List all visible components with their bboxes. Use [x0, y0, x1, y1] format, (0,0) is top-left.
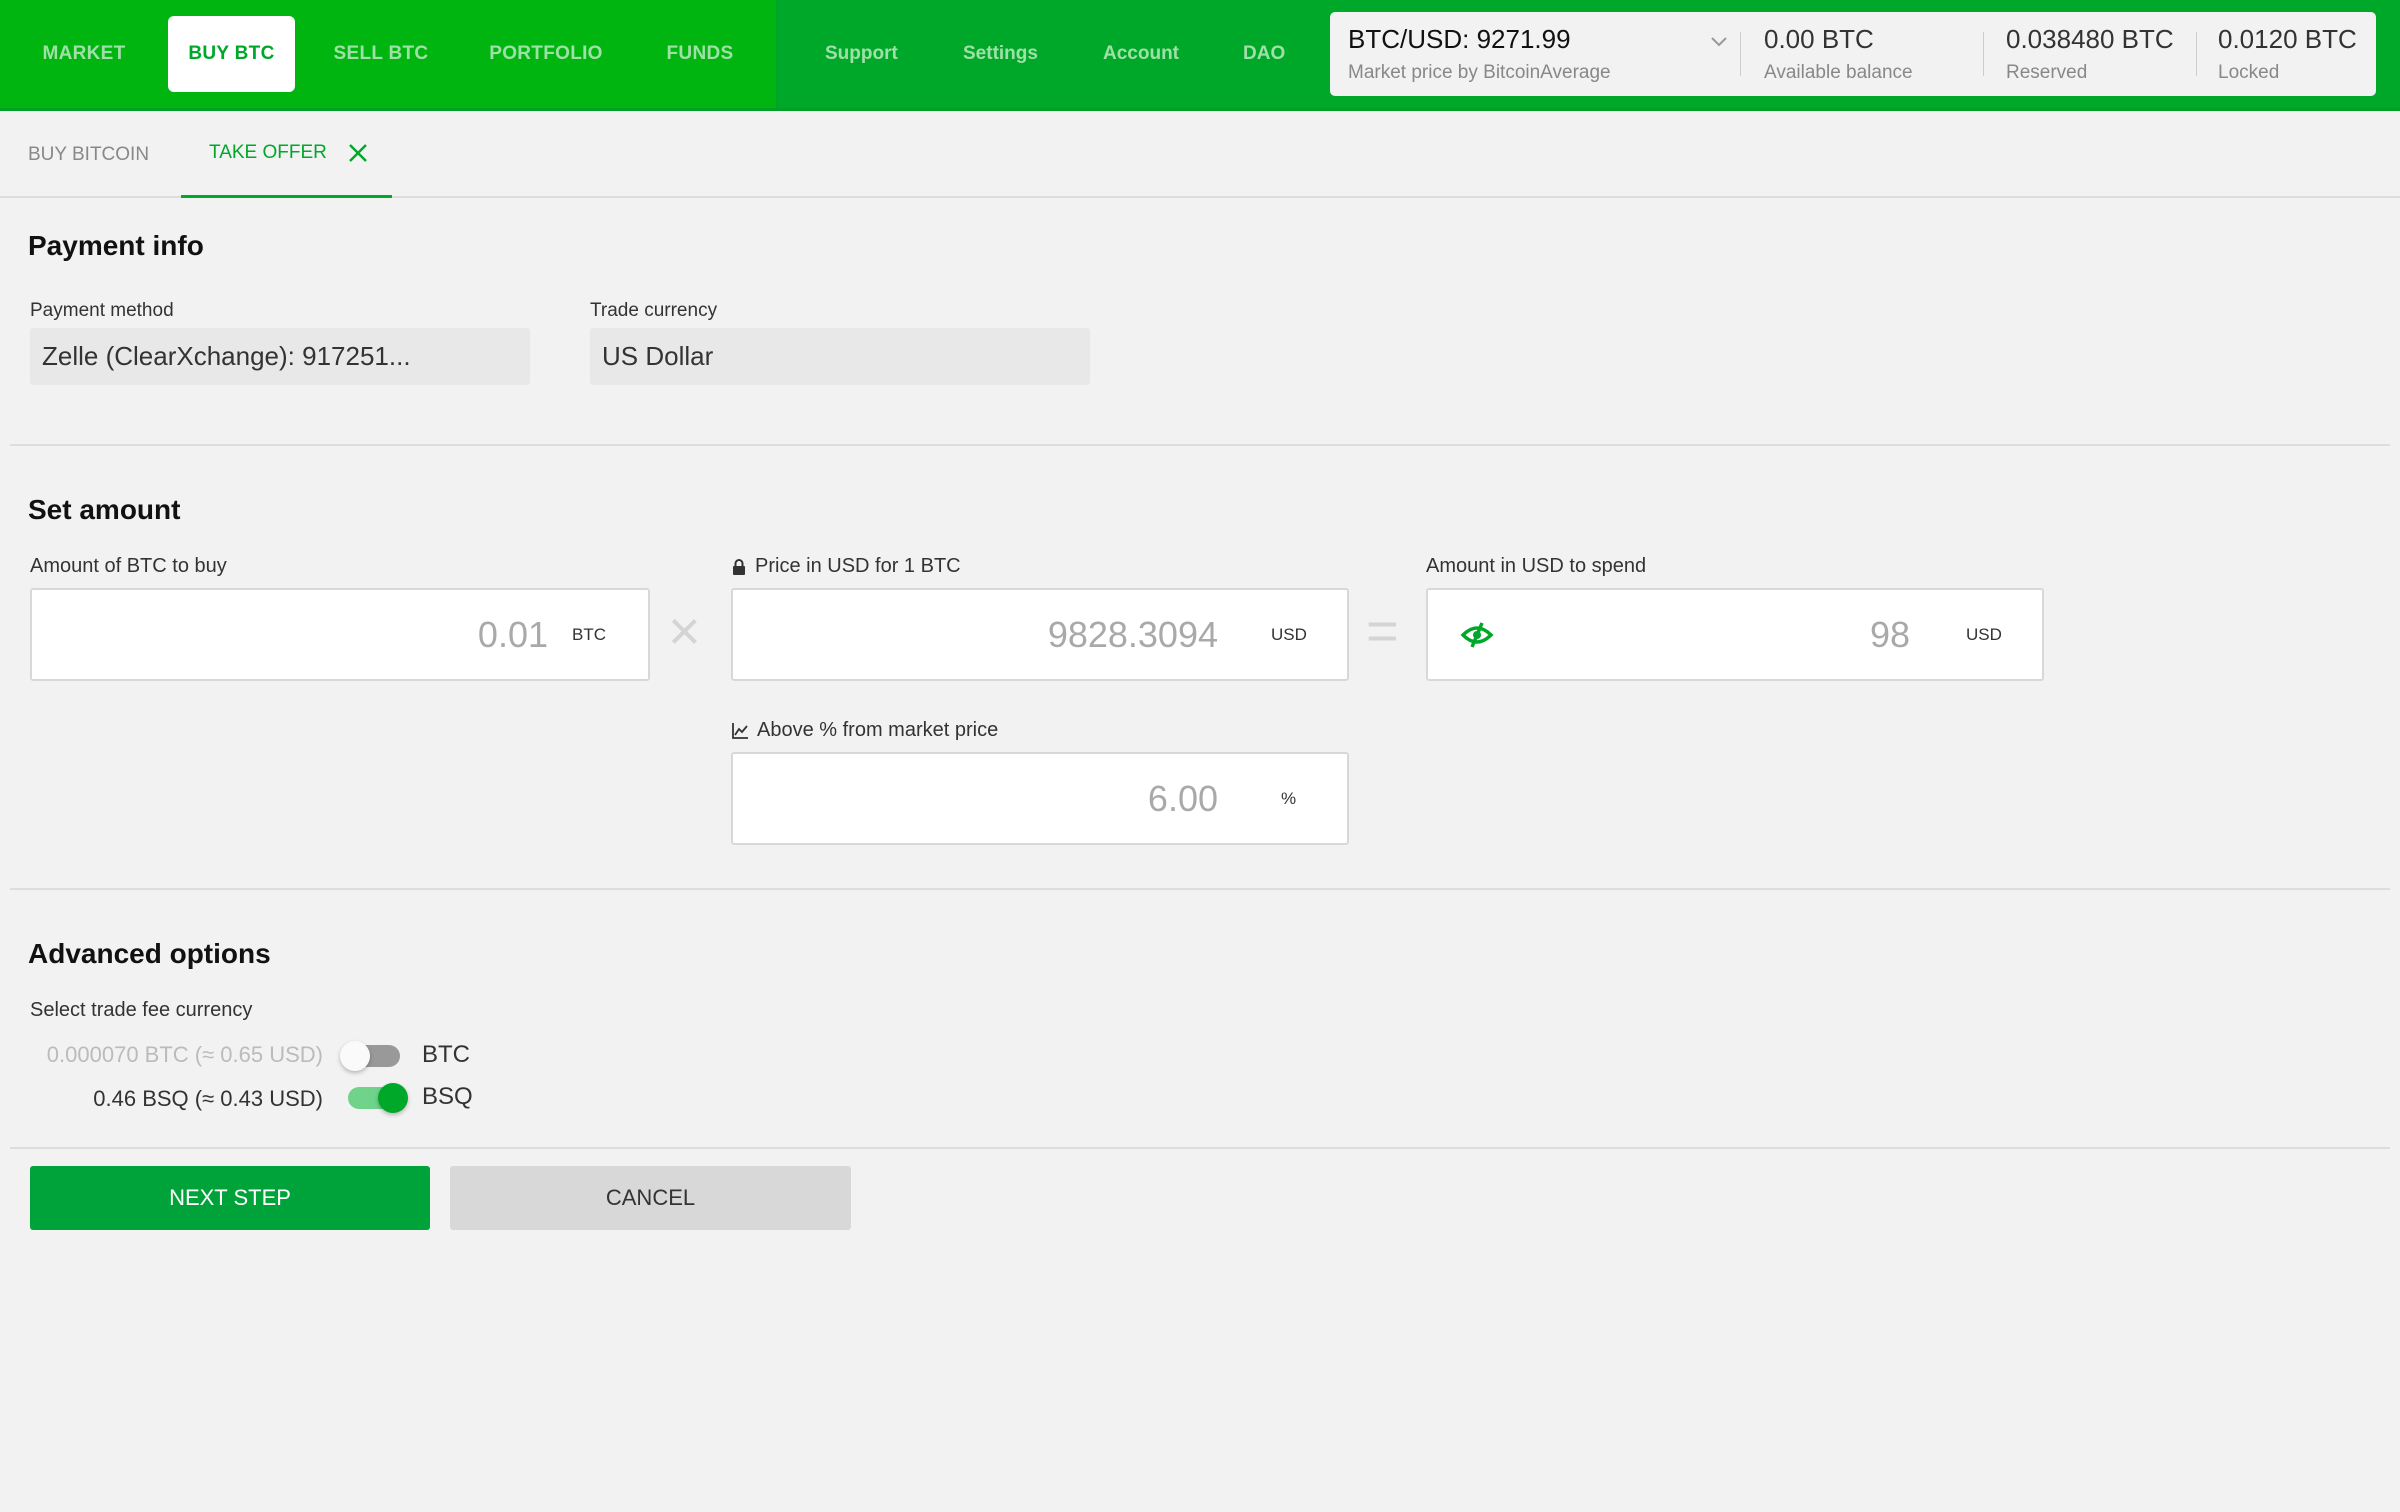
available-balance-value: 0.00 BTC — [1764, 24, 1874, 54]
market-pct-label-text: Above % from market price — [757, 719, 999, 741]
reserved-balance: 0.038480 BTC Reserved — [2006, 12, 2206, 96]
locked-balance: 0.0120 BTC Locked — [2218, 12, 2368, 96]
lock-icon — [733, 558, 745, 575]
price-unit: USD — [1271, 624, 1307, 644]
equals-symbol: = — [1366, 599, 1399, 662]
nav-portfolio[interactable]: PORTFOLIO — [478, 16, 614, 92]
market-pct-input[interactable] — [933, 754, 1218, 843]
nav-market[interactable]: MARKET — [24, 16, 144, 92]
section-divider — [10, 444, 2390, 446]
market-price-caption: Market price by BitcoinAverage — [1348, 62, 1611, 83]
available-balance-caption: Available balance — [1764, 62, 1913, 83]
multiply-symbol: × — [668, 599, 701, 662]
payment-info-title: Payment info — [28, 230, 204, 261]
nav-sell-btc[interactable]: SELL BTC — [318, 16, 444, 92]
amount-input-container: BTC — [30, 588, 650, 681]
advanced-options-title: Advanced options — [28, 938, 271, 969]
section-divider — [10, 888, 2390, 890]
section-divider — [10, 1147, 2390, 1149]
fee-btc-toggle[interactable] — [340, 1041, 404, 1071]
market-price-selector[interactable]: BTC/USD: 9271.99 Market price by Bitcoin… — [1348, 12, 1728, 96]
top-header: MARKET BUY BTC SELL BTC PORTFOLIO FUNDS … — [0, 0, 2400, 111]
fee-btc-amount: 0.000070 BTC (≈ 0.65 USD) — [46, 1042, 323, 1067]
fee-currency-label: Select trade fee currency — [30, 999, 253, 1021]
volume-input-container: USD — [1426, 588, 2044, 681]
price-label-text: Price in USD for 1 BTC — [755, 555, 961, 577]
volume-label: Amount in USD to spend — [1426, 555, 1647, 577]
fee-btc-label: BTC — [422, 1041, 470, 1068]
tab-take-offer[interactable]: TAKE OFFER — [181, 111, 392, 198]
market-price-value: BTC/USD: 9271.99 — [1348, 24, 1571, 54]
reserved-balance-caption: Reserved — [2006, 62, 2088, 83]
chevron-down-icon[interactable] — [1708, 30, 1730, 52]
amount-input[interactable] — [52, 590, 548, 679]
nav-buy-btc[interactable]: BUY BTC — [168, 16, 295, 92]
tab-take-offer-label: TAKE OFFER — [209, 142, 327, 163]
price-label: Price in USD for 1 BTC — [731, 555, 961, 578]
reserved-balance-value: 0.038480 BTC — [2006, 24, 2174, 54]
fee-bsq-label: BSQ — [422, 1083, 473, 1110]
payment-method-field: Zelle (ClearXchange): 917251... — [30, 328, 530, 385]
next-step-button[interactable]: NEXT STEP — [30, 1166, 430, 1230]
available-balance: 0.00 BTC Available balance — [1764, 12, 1964, 96]
nav-account[interactable]: Account — [1103, 16, 1179, 92]
locked-balance-caption: Locked — [2218, 62, 2280, 83]
trade-currency-field: US Dollar — [590, 328, 1090, 385]
market-pct-unit: % — [1281, 788, 1297, 808]
cancel-button[interactable]: CANCEL — [450, 1166, 851, 1230]
tab-bar: BUY BITCOIN TAKE OFFER — [0, 111, 2400, 198]
volume-input[interactable] — [1628, 590, 1910, 679]
divider — [2196, 32, 2197, 76]
balance-panel: BTC/USD: 9271.99 Market price by Bitcoin… — [1330, 12, 2376, 96]
fee-bsq-amount: 0.46 BSQ (≈ 0.43 USD) — [93, 1086, 323, 1111]
payment-method-label: Payment method — [30, 300, 174, 321]
fee-bsq-toggle[interactable] — [344, 1083, 408, 1113]
nav-dao[interactable]: DAO — [1243, 16, 1285, 92]
trade-currency-label: Trade currency — [590, 300, 718, 321]
nav-funds[interactable]: FUNDS — [648, 16, 752, 92]
market-pct-label: Above % from market price — [731, 719, 998, 742]
toggle-knob — [340, 1041, 370, 1071]
volume-unit: USD — [1966, 624, 2002, 644]
nav-settings[interactable]: Settings — [963, 16, 1038, 92]
divider — [1983, 32, 1984, 76]
divider — [1740, 32, 1741, 76]
set-amount-title: Set amount — [28, 494, 181, 525]
locked-balance-value: 0.0120 BTC — [2218, 24, 2357, 54]
tab-buy-bitcoin[interactable]: BUY BITCOIN — [28, 111, 149, 198]
price-input[interactable] — [933, 590, 1218, 679]
primary-nav: MARKET BUY BTC SELL BTC PORTFOLIO FUNDS — [0, 0, 778, 108]
amount-unit: BTC — [572, 624, 606, 644]
price-input-container: USD — [731, 588, 1349, 681]
toggle-knob — [378, 1083, 408, 1113]
eye-slash-icon[interactable] — [1460, 620, 1494, 650]
amount-label: Amount of BTC to buy — [30, 555, 227, 577]
close-icon[interactable] — [347, 142, 369, 164]
chart-line-icon — [732, 722, 748, 739]
market-pct-input-container: % — [731, 752, 1349, 845]
nav-support[interactable]: Support — [825, 16, 898, 92]
